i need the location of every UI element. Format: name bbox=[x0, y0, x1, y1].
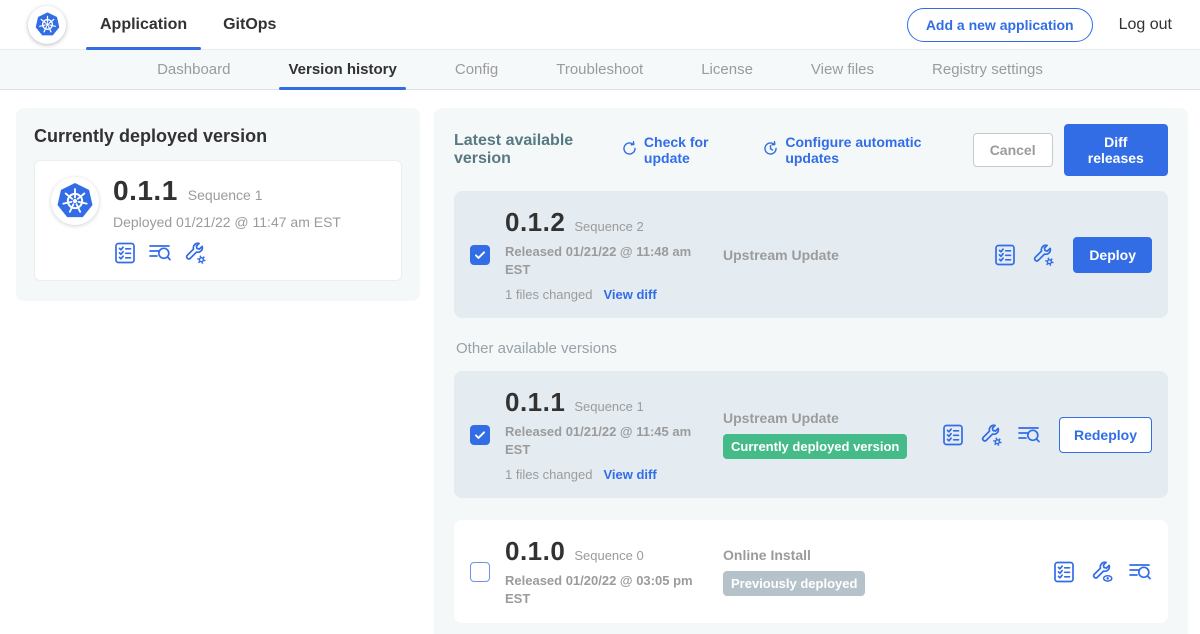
add-application-button[interactable]: Add a new application bbox=[907, 8, 1093, 42]
subnav-registry-settings[interactable]: Registry settings bbox=[903, 50, 1072, 90]
sequence-label: Sequence 2 bbox=[574, 219, 643, 234]
preflight-checklist-icon[interactable] bbox=[993, 243, 1017, 267]
view-diff-link[interactable]: View diff bbox=[603, 287, 656, 302]
deployed-version-info: 0.1.1 Sequence 1 Deployed 01/21/22 @ 11:… bbox=[113, 175, 341, 265]
version-info: 0.1.0 Sequence 0 Released 01/20/22 @ 03:… bbox=[505, 536, 708, 607]
edit-config-icon[interactable] bbox=[183, 241, 207, 265]
deployed-version-tile: 0.1.1 Sequence 1 Deployed 01/21/22 @ 11:… bbox=[34, 160, 402, 281]
cancel-button[interactable]: Cancel bbox=[973, 133, 1053, 167]
files-changed-label: 1 files changed bbox=[505, 287, 592, 302]
navbar-right: Add a new application Log out bbox=[907, 8, 1172, 42]
previously-deployed-badge: Previously deployed bbox=[723, 571, 865, 596]
deployed-timestamp: Deployed 01/21/22 @ 11:47 am EST bbox=[113, 214, 341, 230]
clock-refresh-icon bbox=[762, 140, 779, 160]
main-content: Currently deployed version 0.1.1 Sequenc… bbox=[0, 90, 1200, 634]
version-checkbox[interactable] bbox=[470, 245, 490, 265]
version-history-panel: Latest available version Check for updat… bbox=[434, 108, 1188, 634]
version-checkbox[interactable] bbox=[470, 562, 490, 582]
nav-tab-application[interactable]: Application bbox=[100, 0, 187, 50]
preflight-checklist-icon[interactable] bbox=[941, 423, 965, 447]
check-for-update-label: Check for update bbox=[644, 134, 740, 166]
subnav-config[interactable]: Config bbox=[426, 50, 527, 90]
view-diff-link[interactable]: View diff bbox=[603, 467, 656, 482]
files-changed-label: 1 files changed bbox=[505, 467, 592, 482]
view-config-icon[interactable] bbox=[1090, 560, 1114, 584]
view-files-diff-icon[interactable] bbox=[1017, 423, 1041, 447]
refresh-icon bbox=[621, 140, 638, 160]
app-subnav: Dashboard Version history Config Trouble… bbox=[0, 50, 1200, 90]
version-checkbox[interactable] bbox=[470, 425, 490, 445]
preflight-checklist-icon[interactable] bbox=[1052, 560, 1076, 584]
subnav-version-history[interactable]: Version history bbox=[259, 50, 425, 90]
version-info: 0.1.1 Sequence 1 Released 01/21/22 @ 11:… bbox=[505, 387, 708, 482]
latest-available-title: Latest available version bbox=[454, 132, 611, 168]
panel-header: Latest available version Check for updat… bbox=[454, 124, 1168, 176]
logout-button[interactable]: Log out bbox=[1119, 16, 1172, 34]
subnav-troubleshoot[interactable]: Troubleshoot bbox=[527, 50, 672, 90]
source-label: Online Install bbox=[723, 547, 1037, 563]
released-timestamp: Released 01/21/22 @ 11:48 am EST bbox=[505, 243, 693, 278]
version-source: Upstream Update bbox=[723, 247, 978, 263]
version-source: Online Install Previously deployed bbox=[723, 547, 1037, 596]
subnav-dashboard[interactable]: Dashboard bbox=[128, 50, 259, 90]
currently-deployed-card: Currently deployed version 0.1.1 Sequenc… bbox=[16, 108, 420, 301]
deployed-sequence-label: Sequence 1 bbox=[188, 187, 263, 203]
version-number: 0.1.1 bbox=[505, 387, 565, 418]
admin-console: Application GitOps Add a new application… bbox=[0, 0, 1200, 634]
deployed-card-title: Currently deployed version bbox=[34, 126, 402, 147]
nav-tab-gitops-label: GitOps bbox=[223, 16, 276, 34]
version-info: 0.1.2 Sequence 2 Released 01/21/22 @ 11:… bbox=[505, 207, 708, 302]
source-label: Upstream Update bbox=[723, 410, 926, 426]
top-navbar: Application GitOps Add a new application… bbox=[0, 0, 1200, 50]
check-for-update-link[interactable]: Check for update bbox=[621, 134, 740, 166]
deploy-button[interactable]: Deploy bbox=[1073, 237, 1152, 273]
edit-config-icon[interactable] bbox=[979, 423, 1003, 447]
configure-auto-updates-label: Configure automatic updates bbox=[785, 134, 950, 166]
kubernetes-logo-icon bbox=[28, 6, 66, 44]
version-source: Upstream Update Currently deployed versi… bbox=[723, 410, 926, 459]
view-files-diff-icon[interactable] bbox=[1128, 560, 1152, 584]
source-label: Upstream Update bbox=[723, 247, 978, 263]
version-row-0-1-2: 0.1.2 Sequence 2 Released 01/21/22 @ 11:… bbox=[454, 191, 1168, 318]
view-files-diff-icon[interactable] bbox=[148, 241, 172, 265]
redeploy-button[interactable]: Redeploy bbox=[1059, 417, 1152, 453]
deployed-version-number: 0.1.1 bbox=[113, 175, 178, 207]
subnav-license[interactable]: License bbox=[672, 50, 782, 90]
nav-tab-gitops[interactable]: GitOps bbox=[223, 0, 276, 50]
preflight-checklist-icon[interactable] bbox=[113, 241, 137, 265]
version-row-0-1-1: 0.1.1 Sequence 1 Released 01/21/22 @ 11:… bbox=[454, 371, 1168, 498]
released-timestamp: Released 01/21/22 @ 11:45 am EST bbox=[505, 423, 693, 458]
configure-auto-updates-link[interactable]: Configure automatic updates bbox=[762, 134, 950, 166]
nav-tab-application-label: Application bbox=[100, 16, 187, 34]
currently-deployed-badge: Currently deployed version bbox=[723, 434, 907, 459]
released-timestamp: Released 01/20/22 @ 03:05 pm EST bbox=[505, 572, 693, 607]
sequence-label: Sequence 1 bbox=[574, 399, 643, 414]
subnav-view-files[interactable]: View files bbox=[782, 50, 903, 90]
other-versions-title: Other available versions bbox=[456, 340, 1168, 357]
edit-config-icon[interactable] bbox=[1031, 243, 1055, 267]
version-row-0-1-0: 0.1.0 Sequence 0 Released 01/20/22 @ 03:… bbox=[454, 520, 1168, 623]
version-number: 0.1.0 bbox=[505, 536, 565, 567]
app-kubernetes-icon bbox=[51, 177, 99, 225]
version-number: 0.1.2 bbox=[505, 207, 565, 238]
diff-releases-button[interactable]: Diff releases bbox=[1064, 124, 1168, 176]
sequence-label: Sequence 0 bbox=[574, 548, 643, 563]
